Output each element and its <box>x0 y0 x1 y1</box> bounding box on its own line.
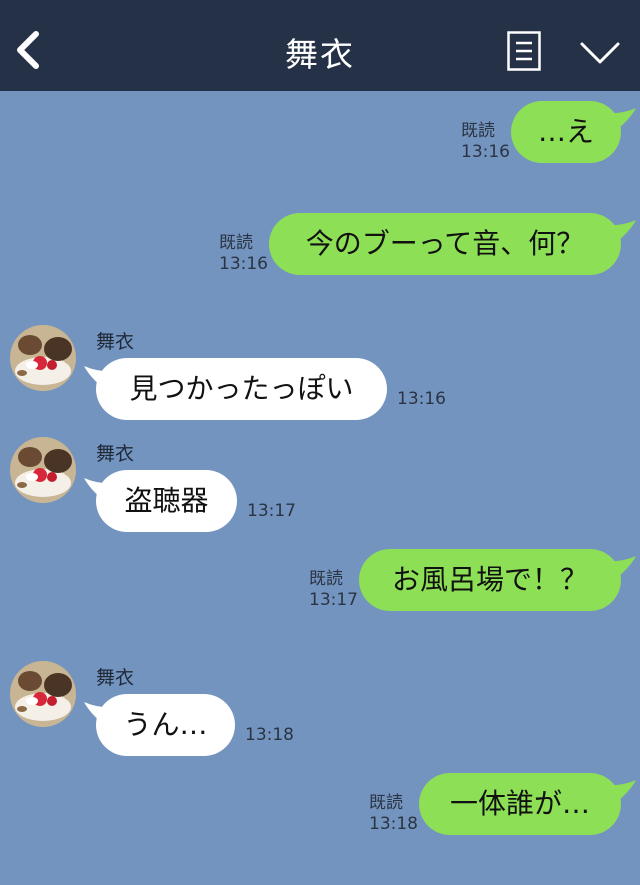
sender-name: 舞衣 <box>96 331 135 353</box>
message-time: 13:18 <box>245 725 294 745</box>
chat-title: 舞衣 <box>285 35 355 74</box>
message-time: 13:17 <box>247 501 296 521</box>
list-icon <box>507 31 541 71</box>
message-time: 13:17 <box>309 590 358 610</box>
read-receipt: 既読 <box>369 793 403 813</box>
chat-header: 舞衣 <box>0 0 640 91</box>
message-time: 13:16 <box>397 389 446 409</box>
avatar-image <box>10 661 76 727</box>
avatar[interactable] <box>10 437 76 503</box>
avatar[interactable] <box>10 325 76 391</box>
message-bubble[interactable]: …え <box>511 101 621 163</box>
message-bubble[interactable]: うん… <box>96 694 235 756</box>
message-time: 13:18 <box>369 814 418 834</box>
message-bubble[interactable]: 一体誰が… <box>419 773 621 835</box>
avatar[interactable] <box>10 661 76 727</box>
sender-name: 舞衣 <box>96 667 135 689</box>
message-bubble[interactable]: 見つかったっぽい <box>96 358 387 420</box>
dropdown-button[interactable] <box>580 40 620 66</box>
read-receipt: 既読 <box>309 569 343 589</box>
message-bubble[interactable]: 今のブーって音、何？ <box>269 213 621 275</box>
message-bubble[interactable]: 盗聴器 <box>96 470 237 532</box>
menu-button[interactable] <box>507 31 541 71</box>
avatar-image <box>10 325 76 391</box>
message-bubble[interactable]: お風呂場で！？ <box>359 549 621 611</box>
chevron-down-icon <box>580 42 620 64</box>
read-receipt: 既読 <box>219 233 253 253</box>
avatar-image <box>10 437 76 503</box>
sender-name: 舞衣 <box>96 443 135 465</box>
message-time: 13:16 <box>219 254 268 274</box>
message-time: 13:16 <box>461 142 510 162</box>
read-receipt: 既読 <box>461 121 495 141</box>
